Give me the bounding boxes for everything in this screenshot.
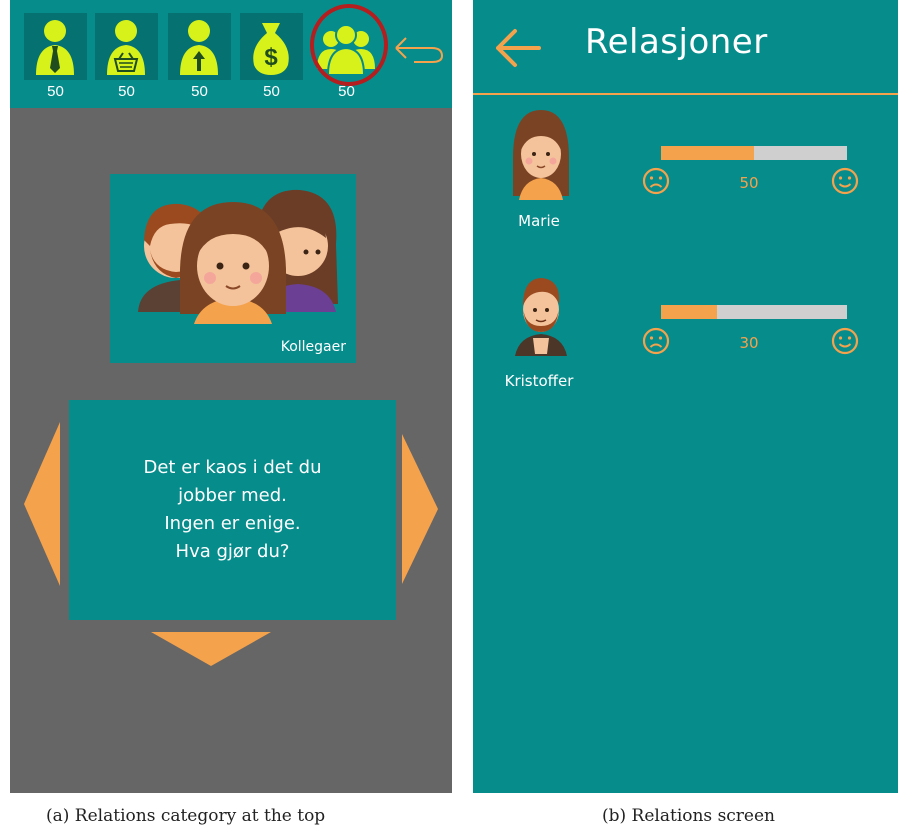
svg-text:$: $ xyxy=(264,44,278,71)
businessperson-tie-icon xyxy=(36,20,74,75)
relation-score: 50 xyxy=(739,174,759,192)
stat-value: 50 xyxy=(47,83,64,100)
stats-bar: 50 50 50 $ 50 50 xyxy=(10,0,452,108)
relation-bar-fill xyxy=(661,305,717,319)
stat-tile xyxy=(95,13,158,80)
stat-value: 50 xyxy=(191,83,208,100)
stat-growth[interactable]: 50 xyxy=(168,13,231,108)
page-title: Relasjoner xyxy=(585,22,768,62)
relation-bar-fill xyxy=(661,146,754,160)
stat-value: 50 xyxy=(118,83,135,100)
relation-row-kristoffer[interactable]: Kristoffer 30 xyxy=(473,268,898,418)
category-card[interactable]: Kollegaer xyxy=(110,174,356,363)
swipe-left-arrow[interactable] xyxy=(24,422,64,586)
person-arrow-up-icon xyxy=(180,20,218,75)
person-name: Kristoffer xyxy=(504,372,574,390)
stat-value: 50 xyxy=(263,83,280,100)
caption-a: (a) Relations category at the top xyxy=(46,806,326,826)
caption-b: (b) Relations screen xyxy=(602,806,776,826)
swipe-right-arrow[interactable] xyxy=(402,434,442,584)
relation-row-marie[interactable]: Marie 50 xyxy=(473,108,898,258)
highlight-circle xyxy=(310,4,388,86)
back-arrow-icon[interactable] xyxy=(495,28,541,68)
swipe-down-arrow[interactable] xyxy=(151,632,271,666)
header: Relasjoner xyxy=(473,0,898,95)
colleagues-illustration xyxy=(138,189,338,324)
sad-face-icon xyxy=(642,327,670,355)
relation-bar xyxy=(661,146,847,160)
relation-score: 30 xyxy=(739,334,759,352)
relations-screen: Relasjoner Marie 50 Kristoffer 30 xyxy=(473,0,898,793)
happy-face-icon xyxy=(831,167,859,195)
question-card[interactable]: Det er kaos i det du jobber med. Ingen e… xyxy=(69,400,396,620)
stat-shopping[interactable]: 50 xyxy=(95,13,158,108)
avatar-kristoffer xyxy=(515,278,567,356)
relation-bar xyxy=(661,305,847,319)
person-name: Marie xyxy=(518,212,560,230)
stat-tile: $ xyxy=(240,13,303,80)
money-bag-icon: $ xyxy=(253,23,289,75)
question-text: Det er kaos i det du jobber med. Ingen e… xyxy=(143,457,322,562)
return-arrow-icon[interactable] xyxy=(394,30,446,70)
stat-tile xyxy=(24,13,87,80)
stat-money[interactable]: $ 50 xyxy=(240,13,303,108)
game-screen: 50 50 50 $ 50 50 Kollegaer Det er kaos i… xyxy=(10,0,452,793)
happy-face-icon xyxy=(831,327,859,355)
stat-tile xyxy=(168,13,231,80)
shopper-basket-icon xyxy=(107,20,145,75)
sad-face-icon xyxy=(642,167,670,195)
stat-career[interactable]: 50 xyxy=(24,13,87,108)
category-label: Kollegaer xyxy=(280,339,346,355)
avatar-marie xyxy=(513,110,569,200)
